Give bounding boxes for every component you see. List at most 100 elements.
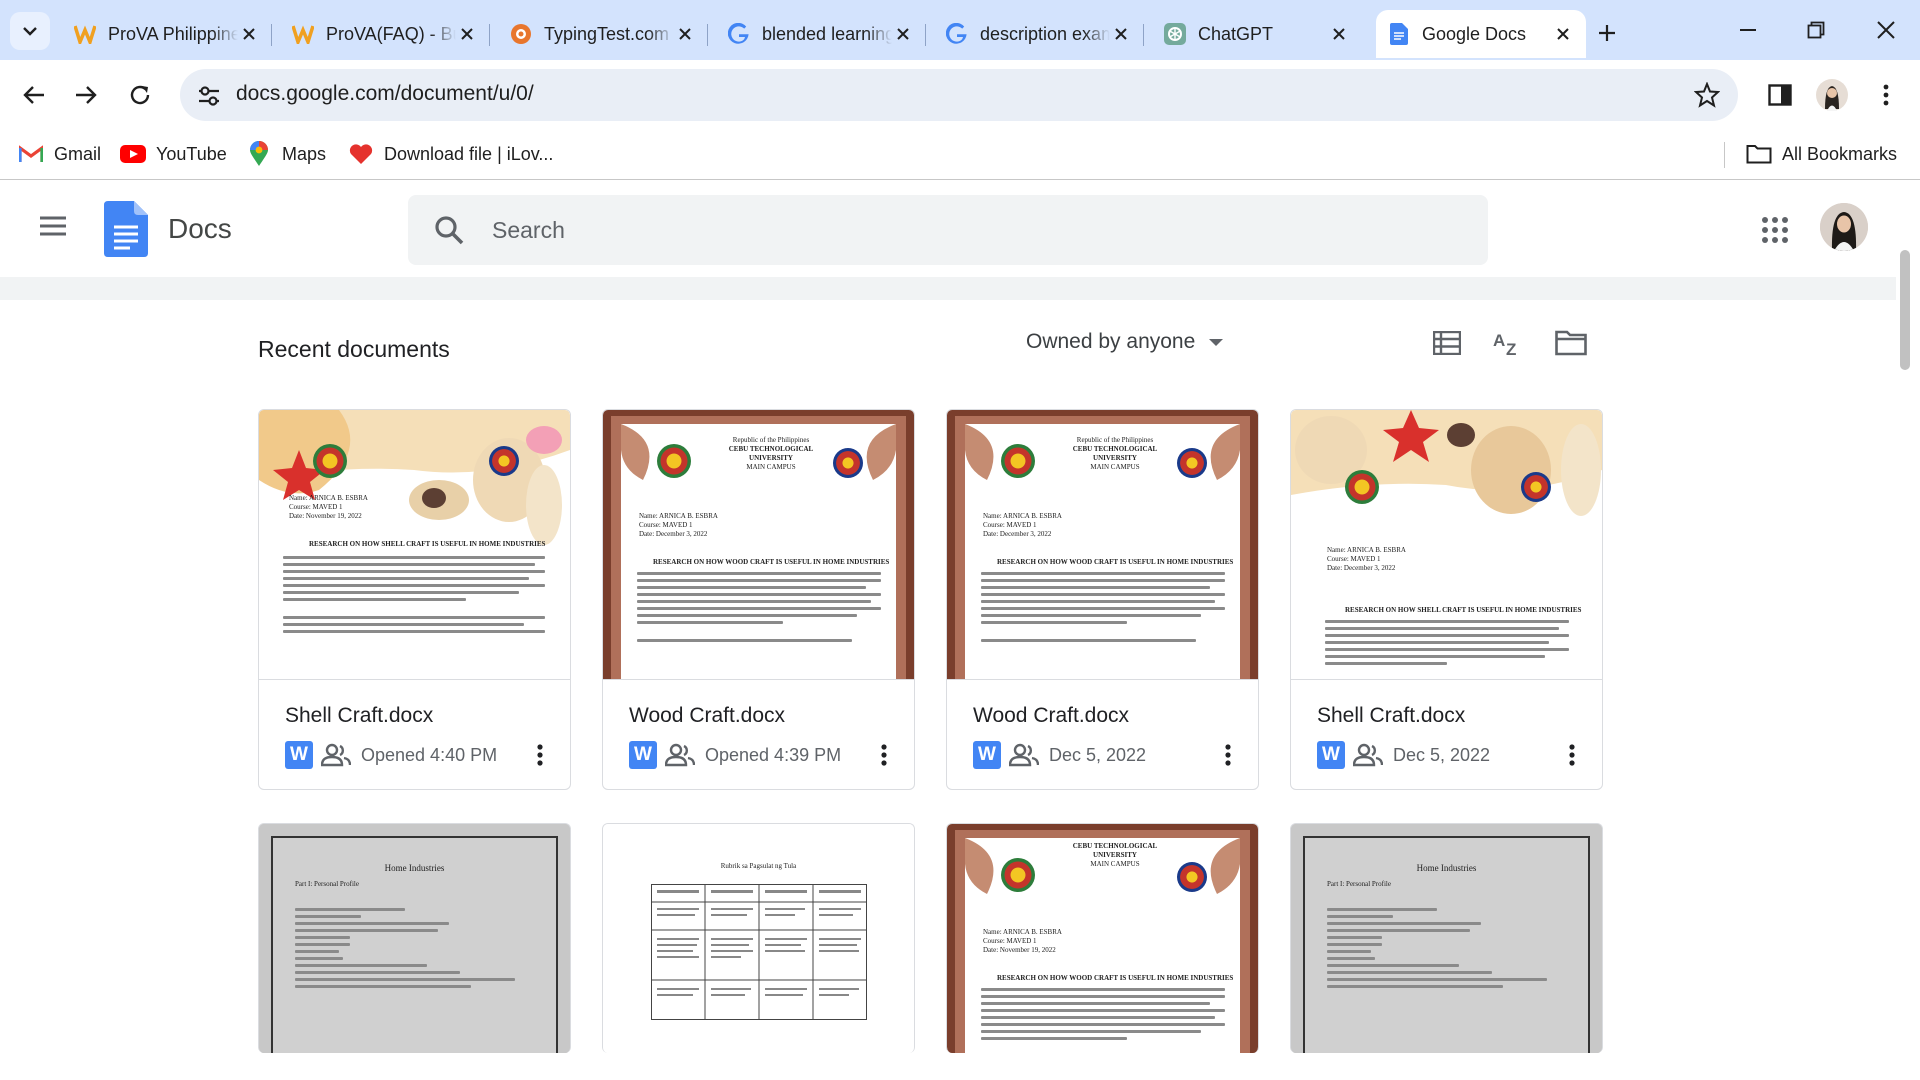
minimize-button[interactable] <box>1714 10 1782 50</box>
svg-text:Z: Z <box>1506 340 1516 357</box>
ilovepdf-icon <box>348 141 374 167</box>
doc-republic-line: Republic of the Philippines <box>732 436 810 444</box>
file-picker-button[interactable] <box>1554 326 1588 360</box>
doc-university-line: CEBU TECHNOLOGICAL UNIVERSITY <box>728 445 814 462</box>
doc-date-line: Date: November 19, 2022 <box>983 946 1056 954</box>
close-icon[interactable] <box>238 23 260 45</box>
arrow-right-icon <box>76 86 97 104</box>
chrome-menu-button[interactable] <box>1866 75 1906 115</box>
doc-card[interactable]: Home Industries Part I: Personal Profile <box>258 823 571 1053</box>
doc-card[interactable]: Name: ARNICA B. ESBRA Course: MAVED 1 Da… <box>1290 409 1603 790</box>
prova-icon <box>292 23 314 45</box>
close-window-button[interactable] <box>1852 10 1920 50</box>
doc-course-line: Course: MAVED 1 <box>983 521 1037 529</box>
bookmark-star-icon[interactable] <box>1694 82 1720 108</box>
close-icon[interactable] <box>456 23 478 45</box>
doc-heading-line: Home Industries <box>384 863 445 873</box>
folder-icon <box>1555 330 1587 356</box>
doc-body-lines <box>1327 908 1547 992</box>
doc-date-line: Date: December 3, 2022 <box>1327 564 1396 572</box>
back-button[interactable] <box>14 75 54 115</box>
doc-title: Shell Craft.docx <box>1317 704 1466 727</box>
doc-heading-line: Home Industries <box>1416 863 1477 873</box>
site-settings-icon[interactable] <box>196 83 222 109</box>
search-icon[interactable] <box>434 215 464 245</box>
tab-typingtest[interactable]: TypingTest.com <box>498 10 708 58</box>
bookmark-label: Maps <box>282 143 327 164</box>
new-tab-button[interactable] <box>1590 16 1624 50</box>
url-text: docs.google.com/document/u/0/ <box>236 82 534 105</box>
close-icon[interactable] <box>1110 23 1132 45</box>
bookmark-maps[interactable]: Maps <box>246 140 326 168</box>
doc-body-lines <box>637 572 881 646</box>
tab-blended-learning[interactable]: blended learning <box>716 10 926 58</box>
doc-table-title: Rubrik sa Pagsulat ng Tula <box>720 862 797 870</box>
search-input[interactable] <box>492 213 1392 247</box>
tab-description-example[interactable]: description example <box>934 10 1144 58</box>
main-menu-icon[interactable] <box>36 209 70 243</box>
app-name[interactable]: Docs <box>168 213 232 245</box>
bookmark-youtube[interactable]: YouTube <box>120 140 227 168</box>
page-scrollbar[interactable] <box>1900 250 1910 370</box>
docs-logo-icon[interactable] <box>104 201 148 257</box>
tab-chatgpt[interactable]: ChatGPT <box>1152 10 1362 58</box>
university-seal <box>1001 444 1035 478</box>
list-view-button[interactable] <box>1430 326 1464 360</box>
forward-button[interactable] <box>66 75 106 115</box>
doc-card[interactable]: Republic of the Philippines CEBU TECHNOL… <box>946 409 1259 790</box>
close-icon[interactable] <box>1552 23 1574 45</box>
doc-card[interactable]: Rubrik sa Pagsulat ng Tula <box>602 823 915 1053</box>
doc-campus-line: MAIN CAMPUS <box>1090 463 1140 471</box>
bookmark-label: YouTube <box>156 143 227 164</box>
doc-more-options-button[interactable] <box>1213 738 1243 772</box>
doc-more-options-button[interactable] <box>525 738 555 772</box>
doc-body-lines <box>1325 620 1569 669</box>
doc-card[interactable]: Republic of the Philippines CEBU TECHNOL… <box>602 409 915 790</box>
doc-card[interactable]: Name: ARNICA B. ESBRA Course: MAVED 1 Da… <box>258 409 571 790</box>
account-avatar[interactable] <box>1820 203 1868 251</box>
close-icon <box>1877 21 1895 39</box>
more-vertical-icon <box>1569 744 1575 766</box>
close-icon[interactable] <box>674 23 696 45</box>
doc-date-line: Date: December 3, 2022 <box>639 530 708 538</box>
all-bookmarks-button[interactable]: All Bookmarks <box>1746 140 1897 168</box>
google-apps-icon[interactable] <box>1760 215 1790 245</box>
doc-card[interactable]: Home Industries Part I: Personal Profile <box>1290 823 1603 1053</box>
tab-title: description example <box>980 23 1110 44</box>
profile-page: Home Industries Part I: Personal Profile <box>1303 836 1590 1053</box>
search-bar[interactable] <box>408 195 1488 265</box>
doc-thumbnail: Name: ARNICA B. ESBRA Course: MAVED 1 Da… <box>259 410 570 680</box>
close-icon[interactable] <box>892 23 914 45</box>
doc-name-line: Name: ARNICA B. ESBRA <box>983 928 1062 936</box>
side-panel-button[interactable] <box>1760 75 1800 115</box>
tab-prova-2[interactable]: ProVA(FAQ) - Bulletin <box>280 10 490 58</box>
doc-card[interactable]: CEBU TECHNOLOGICAL UNIVERSITY MAIN CAMPU… <box>946 823 1259 1053</box>
tab-google-docs[interactable]: Google Docs <box>1376 10 1586 58</box>
sort-button[interactable]: AZ <box>1490 326 1524 360</box>
close-icon[interactable] <box>1328 23 1350 45</box>
address-bar[interactable]: docs.google.com/document/u/0/ <box>180 69 1738 121</box>
doc-course-line: Course: MAVED 1 <box>983 937 1037 945</box>
doc-thumbnail: Rubrik sa Pagsulat ng Tula <box>603 824 914 1053</box>
tab-title: TypingTest.com <box>544 23 670 44</box>
profile-button[interactable] <box>1812 75 1852 115</box>
doc-heading-line: RESEARCH ON HOW WOOD CRAFT IS USEFUL IN … <box>997 974 1234 982</box>
restore-button[interactable] <box>1782 10 1850 50</box>
doc-name-line: Name: ARNICA B. ESBRA <box>1327 546 1406 554</box>
browser-toolbar: docs.google.com/document/u/0/ <box>0 60 1920 130</box>
doc-more-options-button[interactable] <box>869 738 899 772</box>
doc-opened-date: Dec 5, 2022 <box>1049 744 1147 765</box>
owner-filter-dropdown[interactable]: Owned by anyone <box>1026 330 1224 354</box>
bookmark-ilovepdf[interactable]: Download file | iLov... <box>348 140 553 168</box>
sort-az-icon: AZ <box>1493 331 1516 357</box>
reload-button[interactable] <box>120 75 160 115</box>
doc-date-line: Date: November 19, 2022 <box>289 512 362 520</box>
reload-icon <box>130 85 150 105</box>
tab-search-button[interactable] <box>10 12 50 50</box>
tab-prova-1[interactable]: ProVA Philippines <box>62 10 272 58</box>
asean-seal <box>489 446 519 476</box>
doc-more-options-button[interactable] <box>1557 738 1587 772</box>
list-view-icon <box>1433 331 1461 355</box>
bookmark-gmail[interactable]: Gmail <box>18 140 101 168</box>
template-gallery-strip <box>0 277 1896 300</box>
